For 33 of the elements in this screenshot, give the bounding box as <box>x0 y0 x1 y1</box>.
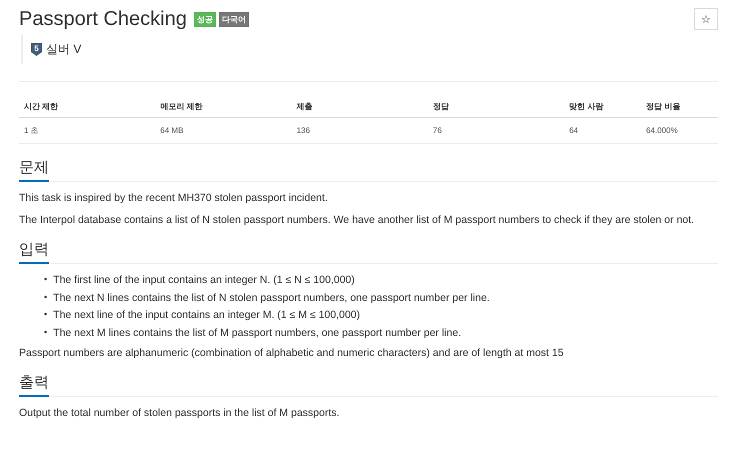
tier-badge: 5 <box>31 43 42 56</box>
list-item: The first line of the input contains an integer N. (1 ≤ N ≤ 100,000) <box>53 274 355 287</box>
column-header: 제출 <box>292 96 428 118</box>
table-cell: 64 <box>564 118 642 144</box>
paragraph: This task is inspired by the recent MH370 stolen passport incident. <box>19 192 329 205</box>
status-label: 성공 <box>194 12 216 26</box>
column-header: 메모리 제한 <box>155 96 292 118</box>
list-item: The next N lines contains the list of N stolen passport numbers, one passport number per line. <box>53 292 490 304</box>
paragraph: Output the total number of stolen passports in the list of M passports. <box>19 407 340 420</box>
table-cell: 76 <box>428 118 564 144</box>
bullet: • <box>44 309 48 322</box>
favorite-button[interactable]: ☆ <box>694 8 718 30</box>
tier-label: 실버 V <box>46 41 82 58</box>
table-cell: 1 초 <box>19 118 156 144</box>
section-heading: 출력 <box>19 373 49 398</box>
table-cell: 64 MB <box>155 118 292 144</box>
column-header: 맞힌 사람 <box>564 96 642 118</box>
paragraph: Passport numbers are alphanumeric (combination of alphabetic and numeric characters) and are of length at most 15 <box>19 346 565 360</box>
list-item: The next line of the input contains an integer M. (1 ≤ M ≤ 100,000) <box>53 309 360 322</box>
column-header: 정답 비율 <box>641 96 718 118</box>
list-item: The next M lines contains the list of M passport numbers, one passport number per line. <box>53 326 462 340</box>
table-cell: 64.000% <box>641 118 718 144</box>
column-header: 시간 제한 <box>19 96 156 118</box>
problem-title: Passport Checking <box>19 8 187 30</box>
section-heading: 입력 <box>19 240 49 264</box>
bullet: • <box>44 274 48 286</box>
bullet: • <box>44 292 48 304</box>
section-heading: 문제 <box>19 158 49 182</box>
table-cell: 136 <box>292 118 428 144</box>
column-header: 정답 <box>428 96 564 118</box>
paragraph: The Interpol database contains a list of N stolen passport numbers. We have another list of M passport numbers to check if they are stolen or not. <box>19 214 696 226</box>
status-label: 다국어 <box>218 12 249 26</box>
bullet: • <box>44 326 48 339</box>
